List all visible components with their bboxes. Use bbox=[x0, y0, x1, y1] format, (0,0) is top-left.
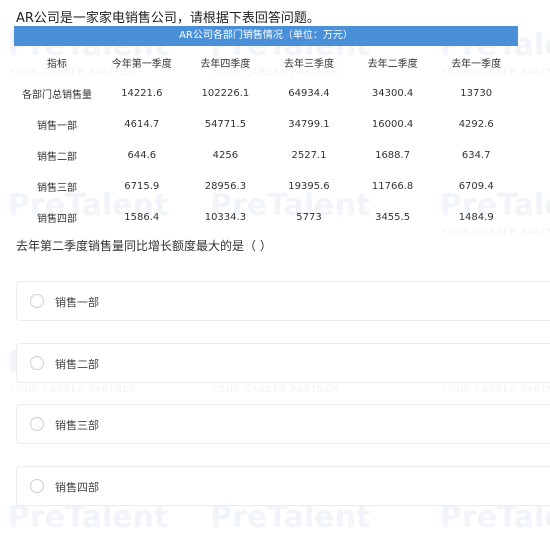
table-cell: 14221.6 bbox=[121, 88, 163, 99]
table-cell: 102226.1 bbox=[201, 88, 250, 99]
table-cell: 2527.1 bbox=[291, 150, 327, 161]
option-d[interactable]: 销售四部 bbox=[16, 466, 550, 506]
column-header: 今年第一季度 bbox=[111, 58, 172, 70]
table-cell: 19395.6 bbox=[288, 181, 330, 192]
table-cell: 634.7 bbox=[461, 150, 491, 161]
table-row: 销售一部 4614.7 54771.5 34799.1 16000.4 4292… bbox=[14, 109, 518, 140]
question-text: 去年第二季度销售量同比增长额度最大的是（ ） bbox=[16, 239, 272, 253]
table-cell: 1484.9 bbox=[458, 212, 494, 223]
column-header: 去年一季度 bbox=[451, 58, 502, 70]
column-header: 去年四季度 bbox=[200, 58, 251, 70]
table-cell: 13730 bbox=[460, 88, 493, 99]
table-cell: 4614.7 bbox=[124, 119, 160, 130]
row-label: 各部门总销售量 bbox=[22, 90, 92, 101]
table-header-row: 指标 今年第一季度 去年四季度 去年三季度 去年二季度 去年一季度 bbox=[14, 46, 518, 78]
radio-icon[interactable] bbox=[30, 417, 44, 431]
table-cell: 5773 bbox=[296, 212, 322, 223]
table-cell: 16000.4 bbox=[371, 119, 414, 130]
table-cell: 1688.7 bbox=[375, 150, 411, 161]
table-cell: 10334.3 bbox=[204, 212, 247, 223]
table-cell: 6715.9 bbox=[124, 181, 160, 192]
watermark-tagline: YOUR CAREER PARTNER bbox=[10, 385, 137, 395]
option-label: 销售二部 bbox=[55, 358, 99, 371]
option-c[interactable]: 销售三部 bbox=[16, 404, 550, 444]
table-row: 销售三部 6715.9 28956.3 19395.6 11766.8 6709… bbox=[14, 171, 518, 202]
radio-icon[interactable] bbox=[30, 479, 44, 493]
row-label: 销售三部 bbox=[37, 183, 77, 194]
table-cell: 11766.8 bbox=[371, 181, 414, 192]
watermark-tagline: YOUR CAREER PARTNER bbox=[212, 385, 339, 395]
radio-icon[interactable] bbox=[30, 356, 44, 370]
row-label: 销售一部 bbox=[37, 121, 77, 132]
table-cell: 34300.4 bbox=[371, 88, 414, 99]
table-row: 各部门总销售量 14221.6 102226.1 64934.4 34300.4… bbox=[14, 78, 518, 109]
row-label: 销售二部 bbox=[37, 152, 77, 163]
table-row: 销售四部 1586.4 10334.3 5773 3455.5 1484.9 bbox=[14, 202, 518, 233]
option-label: 销售四部 bbox=[55, 481, 99, 494]
column-header: 指标 bbox=[47, 58, 67, 70]
table-cell: 1586.4 bbox=[124, 212, 160, 223]
row-label: 销售四部 bbox=[37, 214, 77, 225]
table-cell: 64934.4 bbox=[288, 88, 330, 99]
table-cell: 6709.4 bbox=[458, 181, 494, 192]
table-cell: 4256 bbox=[212, 150, 239, 161]
table-cell: 54771.5 bbox=[204, 119, 247, 130]
sales-table: AR公司各部门销售情况（单位：万元） 指标 今年第一季度 去年四季度 去年三季度… bbox=[14, 26, 518, 233]
table-title: AR公司各部门销售情况（单位：万元） bbox=[14, 26, 518, 46]
column-header: 去年二季度 bbox=[367, 58, 418, 70]
data-table: 指标 今年第一季度 去年四季度 去年三季度 去年二季度 去年一季度 各部门总销售… bbox=[14, 46, 518, 233]
option-label: 销售三部 bbox=[55, 419, 99, 432]
column-header: 去年三季度 bbox=[283, 58, 334, 70]
table-cell: 3455.5 bbox=[375, 212, 411, 223]
table-row: 销售二部 644.6 4256 2527.1 1688.7 634.7 bbox=[14, 140, 518, 171]
option-b[interactable]: 销售二部 bbox=[16, 343, 550, 383]
watermark-tagline: YOUR CAREER PARTNER bbox=[442, 385, 550, 395]
table-cell: 4292.6 bbox=[458, 119, 494, 130]
option-a[interactable]: 销售一部 bbox=[16, 281, 550, 321]
table-cell: 28956.3 bbox=[204, 181, 247, 192]
radio-icon[interactable] bbox=[30, 294, 44, 308]
intro-text: AR公司是一家家电销售公司，请根据下表回答问题。 bbox=[16, 11, 320, 26]
option-label: 销售一部 bbox=[55, 296, 99, 309]
table-cell: 644.6 bbox=[127, 150, 157, 161]
table-cell: 34799.1 bbox=[288, 119, 330, 130]
